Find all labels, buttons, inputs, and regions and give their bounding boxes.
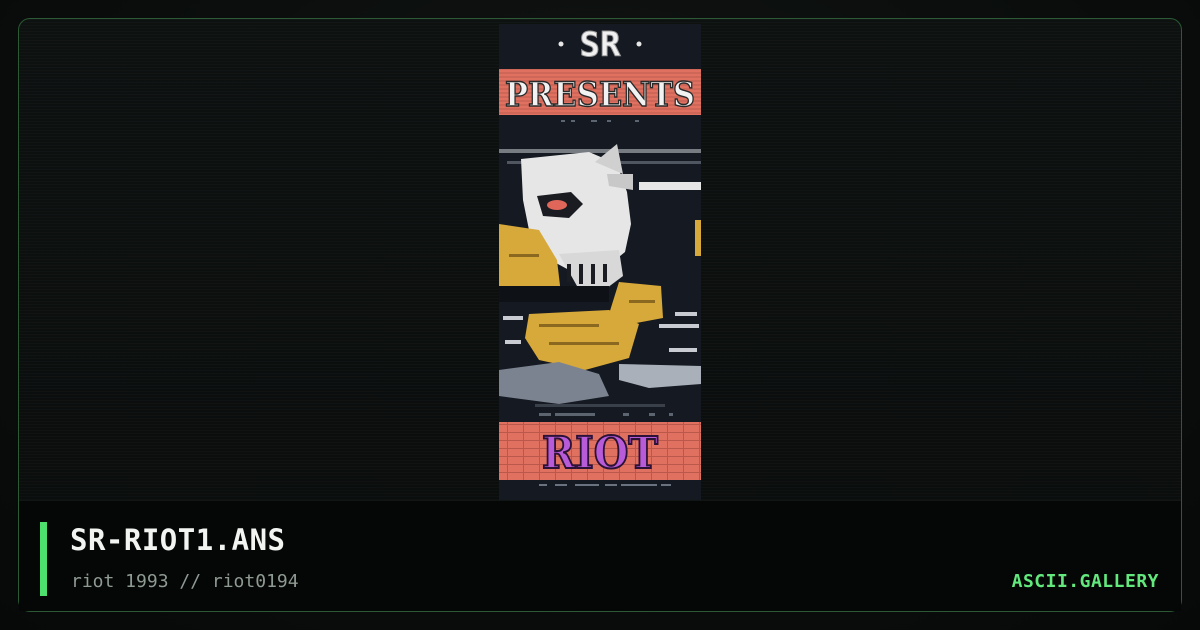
credit-marks-bottom [539,484,671,486]
info-bar: SR-RIOT1.ANS riot 1993 // riot0194 ASCII… [19,500,1181,611]
credit-marks-top [561,120,639,122]
ansi-artwork[interactable]: SR PRESENTS RIOT [499,24,701,500]
presents-text: PRESENTS [505,75,695,115]
accent-bar [40,522,47,596]
sr-tag-text: SR [580,25,621,65]
file-title: SR-RIOT1.ANS [70,523,286,557]
riot-logo-banner: RIOT [499,422,701,480]
riot-logo-text: RIOT [542,428,658,479]
site-brand-link[interactable]: ASCII.GALLERY [1012,571,1159,592]
credit-marks-mid [539,413,673,416]
file-meta: riot 1993 // riot0194 [71,571,299,592]
sr-tag: SR [558,25,642,66]
presents-banner: PRESENTS [499,69,701,116]
skull-artwork [499,144,701,407]
